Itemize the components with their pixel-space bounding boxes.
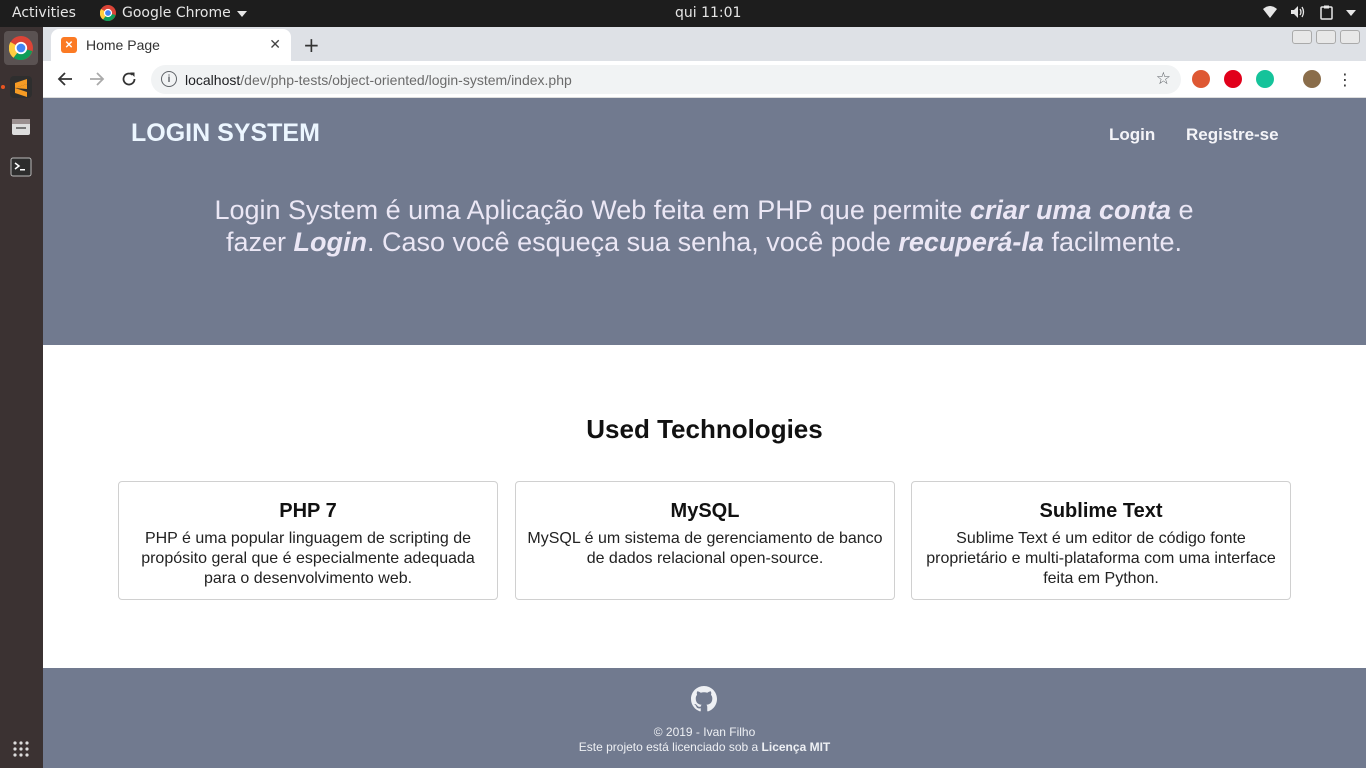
reload-button[interactable] — [119, 69, 139, 89]
browser-menu-icon[interactable]: ⋮ — [1335, 69, 1355, 89]
browser-toolbar: i localhost/dev/php-tests/object-oriente… — [43, 61, 1366, 98]
footer-license-link[interactable]: Licença MIT — [762, 740, 831, 754]
window-controls — [1292, 30, 1360, 44]
hero-header: LOGIN SYSTEM Login Registre-se Login Sys… — [43, 98, 1366, 345]
minimize-button[interactable] — [1292, 30, 1312, 44]
sublime-text-icon — [10, 76, 32, 98]
footer-license: Este projeto está licenciado sob a Licen… — [43, 740, 1366, 754]
tech-card-php: PHP 7 PHP é uma popular linguagem de scr… — [118, 481, 498, 600]
address-bar[interactable]: i localhost/dev/php-tests/object-oriente… — [151, 65, 1181, 94]
url-host: localhost — [185, 71, 241, 88]
hero-text-part: . Caso você esqueça sua senha, você pode — [367, 227, 899, 257]
browser-window: ✕ Home Page ✕ + i localhost/dev/php-test… — [43, 27, 1366, 768]
wifi-icon — [1262, 4, 1278, 20]
show-applications[interactable] — [4, 732, 38, 766]
hero-emphasis-recover: recuperá-la — [898, 227, 1044, 257]
duckduckgo-extension-icon[interactable] — [1192, 70, 1210, 88]
xampp-favicon-icon: ✕ — [61, 37, 77, 53]
app-menu-label: Google Chrome — [122, 5, 231, 21]
profile-avatar[interactable] — [1303, 70, 1321, 88]
system-menu-chevron-icon — [1346, 10, 1356, 16]
dock-sublime-text[interactable] — [4, 70, 38, 104]
chevron-down-icon — [236, 11, 247, 17]
tech-card-text: PHP é uma popular linguagem de scripting… — [141, 530, 475, 587]
url-path: /dev/php-tests/object-oriented/login-sys… — [240, 71, 572, 88]
tech-card-text: MySQL é um sistema de gerenciamento de b… — [527, 530, 883, 567]
brand-logo[interactable]: LOGIN SYSTEM — [131, 119, 320, 148]
forward-button[interactable] — [87, 69, 107, 89]
system-tray[interactable] — [1262, 4, 1356, 20]
page-footer: © 2019 - Ivan Filho Este projeto está li… — [43, 668, 1366, 768]
close-window-button[interactable] — [1340, 30, 1360, 44]
nav-register-link[interactable]: Registre-se — [1186, 125, 1279, 145]
github-icon[interactable] — [691, 686, 717, 712]
tech-card-title: PHP 7 — [279, 500, 337, 522]
tab-title: Home Page — [86, 37, 160, 53]
chrome-icon — [100, 5, 116, 21]
tech-card-text: Sublime Text é um editor de código fonte… — [926, 530, 1276, 587]
web-page: LOGIN SYSTEM Login Registre-se Login Sys… — [43, 98, 1366, 768]
chrome-icon — [9, 36, 33, 60]
terminal-icon — [10, 157, 32, 177]
dock-chrome[interactable] — [4, 31, 38, 65]
back-button[interactable] — [55, 69, 75, 89]
tech-card-title: MySQL — [670, 500, 740, 522]
tech-card-title: Sublime Text — [1039, 500, 1163, 522]
volume-icon — [1290, 4, 1306, 20]
dock-files[interactable] — [4, 110, 38, 144]
hero-emphasis-create-account: criar uma conta — [969, 195, 1171, 225]
tab-home-page[interactable]: ✕ Home Page ✕ — [51, 29, 291, 61]
footer-license-text: Este projeto está licenciado sob a — [578, 740, 762, 754]
bookmark-star-icon[interactable]: ☆ — [1156, 69, 1171, 89]
adblock-extension-icon[interactable] — [1224, 70, 1242, 88]
technologies-title: Used Technologies — [586, 414, 823, 444]
system-top-bar: Activities Google Chrome qui 11:01 — [0, 0, 1366, 27]
maximize-button[interactable] — [1316, 30, 1336, 44]
footer-copyright: © 2019 - Ivan Filho — [653, 725, 756, 739]
close-tab-icon[interactable]: ✕ — [269, 36, 281, 53]
grammarly-extension-icon[interactable] — [1256, 70, 1274, 88]
hero-emphasis-login: Login — [293, 227, 367, 257]
hero-text-part: Login System é uma Aplicação Web feita e… — [214, 195, 970, 225]
reload-icon — [122, 72, 136, 86]
file-manager-icon — [12, 119, 30, 135]
activities-button[interactable]: Activities — [12, 5, 76, 21]
hero-description: Login System é uma Aplicação Web feita e… — [211, 194, 1197, 258]
arrow-left-icon — [57, 72, 72, 86]
clipboard-icon — [1318, 4, 1334, 20]
tech-card-sublime: Sublime Text Sublime Text é um editor de… — [911, 481, 1291, 600]
dock — [0, 27, 43, 768]
clock[interactable]: qui 11:01 — [675, 5, 741, 21]
hero-text-part: facilmente. — [1043, 227, 1182, 257]
arrow-right-icon — [90, 72, 105, 86]
app-menu[interactable]: Google Chrome — [100, 5, 247, 21]
new-tab-button[interactable]: + — [303, 33, 320, 57]
site-info-icon[interactable]: i — [161, 71, 177, 87]
tech-card-mysql: MySQL MySQL é um sistema de gerenciament… — [515, 481, 895, 600]
dock-terminal[interactable] — [4, 150, 38, 184]
nav-login-link[interactable]: Login — [1109, 125, 1155, 145]
tab-strip: ✕ Home Page ✕ + — [43, 27, 1366, 61]
app-grid-icon — [13, 741, 29, 757]
